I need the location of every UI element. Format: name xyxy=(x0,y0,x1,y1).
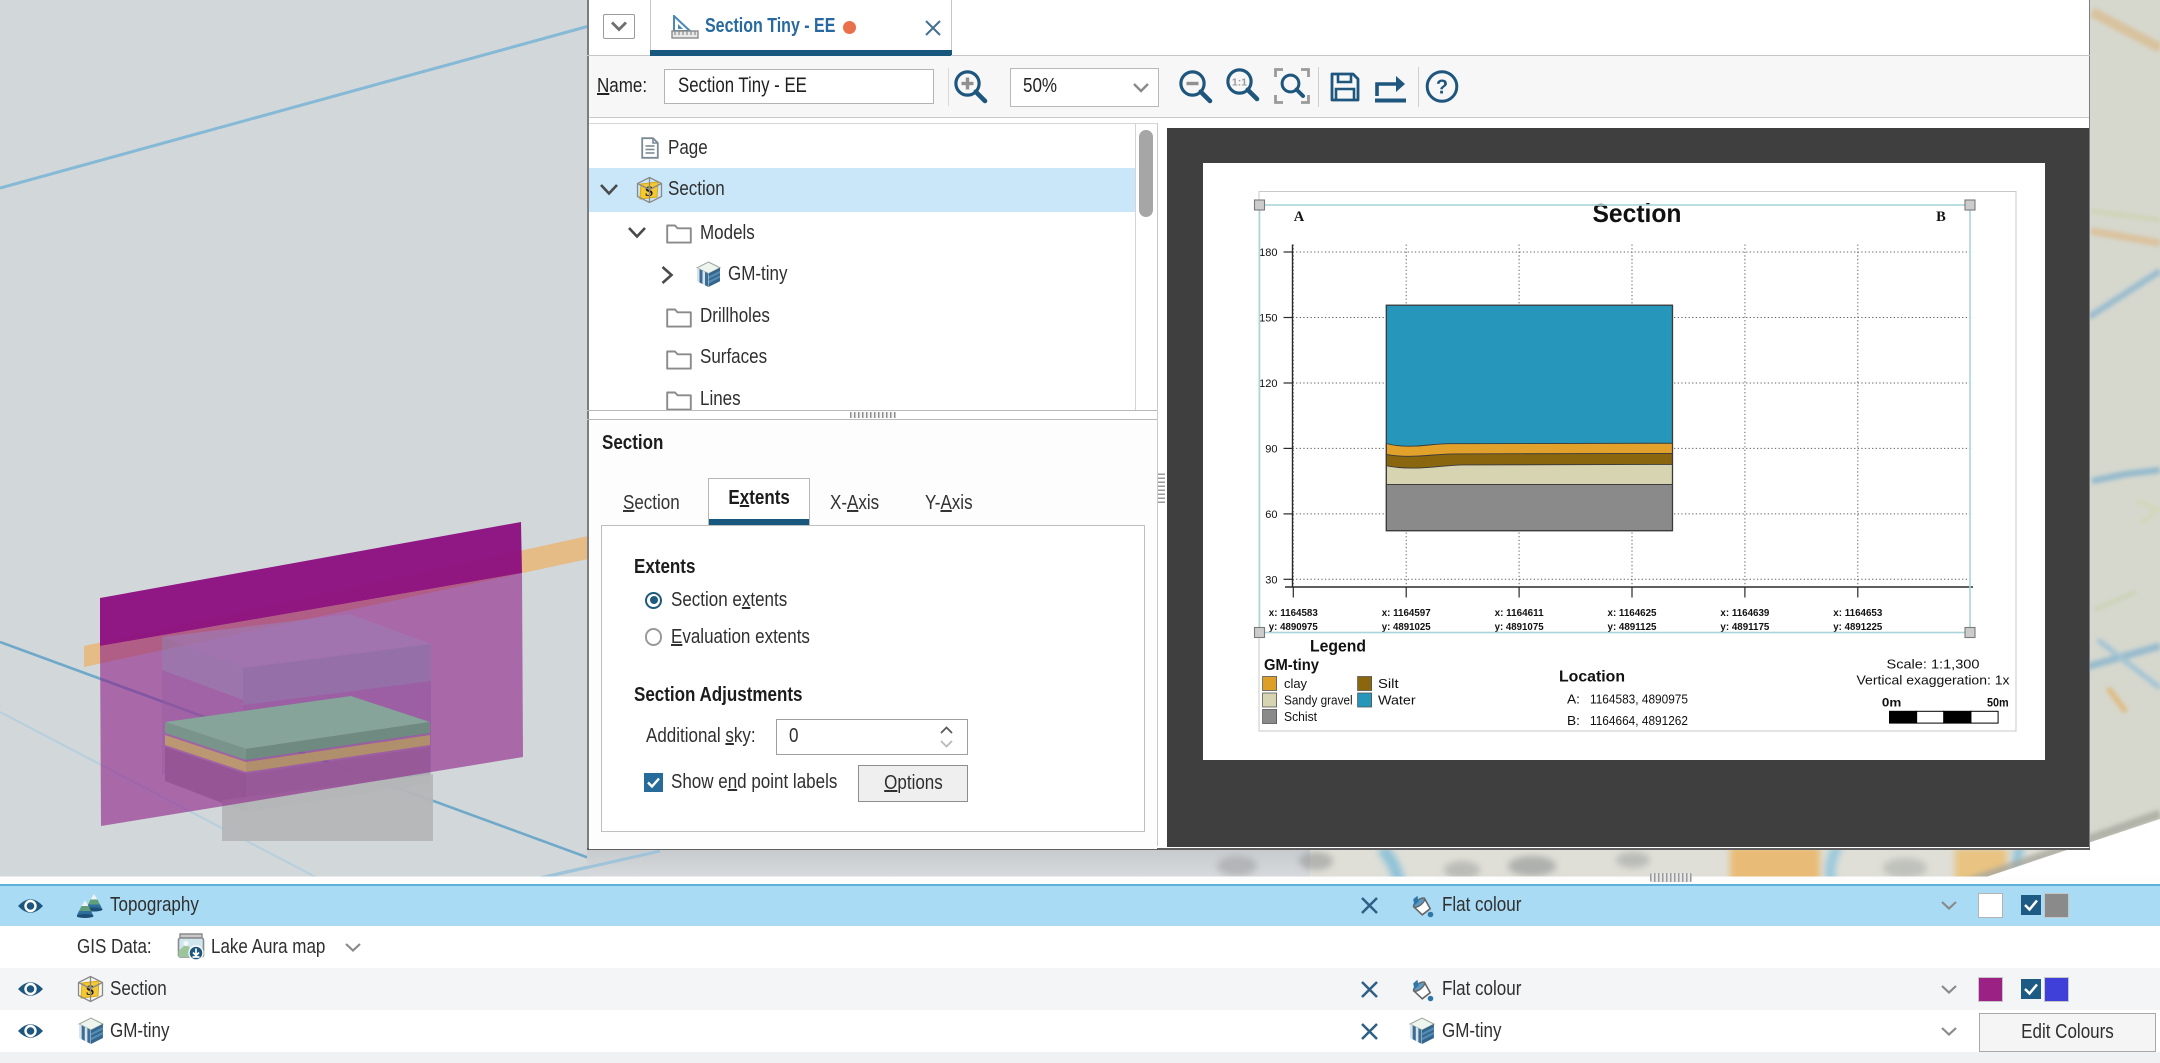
svg-text:1164583, 4890975: 1164583, 4890975 xyxy=(1590,693,1688,707)
svg-text:x: 1164639: x: 1164639 xyxy=(1720,607,1769,619)
svg-text:150: 150 xyxy=(1259,313,1277,325)
svg-text:y: 4890975: y: 4890975 xyxy=(1269,621,1318,633)
svg-text:B:: B: xyxy=(1567,714,1580,728)
svg-text:Section: Section xyxy=(1593,198,1682,228)
svg-text:x: 1164653: x: 1164653 xyxy=(1833,607,1882,619)
svg-text:clay: clay xyxy=(1284,677,1308,691)
svg-text:Scale: 1:1,300: Scale: 1:1,300 xyxy=(1887,657,1980,672)
svg-text:1164664, 4891262: 1164664, 4891262 xyxy=(1590,714,1688,728)
svg-text:Sandy gravel: Sandy gravel xyxy=(1284,694,1353,708)
svg-text:x: 1164625: x: 1164625 xyxy=(1608,607,1657,619)
svg-text:50m: 50m xyxy=(1987,698,2009,710)
svg-text:GM-tiny: GM-tiny xyxy=(1264,657,1319,674)
svg-text:180: 180 xyxy=(1259,247,1277,259)
svg-text:Legend: Legend xyxy=(1310,637,1366,656)
svg-text:y: 4891225: y: 4891225 xyxy=(1833,621,1882,633)
svg-text:A: A xyxy=(1294,209,1305,225)
svg-text:A:: A: xyxy=(1567,693,1580,707)
svg-text:Schist: Schist xyxy=(1284,710,1318,724)
svg-text:Silt: Silt xyxy=(1378,677,1399,691)
svg-text:y: 4891075: y: 4891075 xyxy=(1495,621,1544,633)
svg-text:x: 1164611: x: 1164611 xyxy=(1495,607,1544,619)
svg-text:60: 60 xyxy=(1265,509,1277,521)
svg-text:1:1: 1:1 xyxy=(1232,77,1247,89)
svg-text:90: 90 xyxy=(1265,444,1277,456)
svg-text:B: B xyxy=(1936,209,1946,225)
svg-text:120: 120 xyxy=(1259,378,1277,390)
svg-text:Location: Location xyxy=(1559,669,1625,686)
svg-text:x: 1164583: x: 1164583 xyxy=(1269,607,1318,619)
svg-text:30: 30 xyxy=(1265,575,1277,587)
svg-text:y: 4891025: y: 4891025 xyxy=(1382,621,1431,633)
svg-text:Water: Water xyxy=(1378,694,1416,708)
svg-text:Vertical exaggeration: 1x: Vertical exaggeration: 1x xyxy=(1857,673,2011,688)
svg-text:?: ? xyxy=(1436,77,1448,99)
svg-text:x: 1164597: x: 1164597 xyxy=(1382,607,1431,619)
svg-text:y: 4891125: y: 4891125 xyxy=(1608,621,1657,633)
svg-text:y: 4891175: y: 4891175 xyxy=(1720,621,1769,633)
svg-text:0m: 0m xyxy=(1882,698,1901,710)
